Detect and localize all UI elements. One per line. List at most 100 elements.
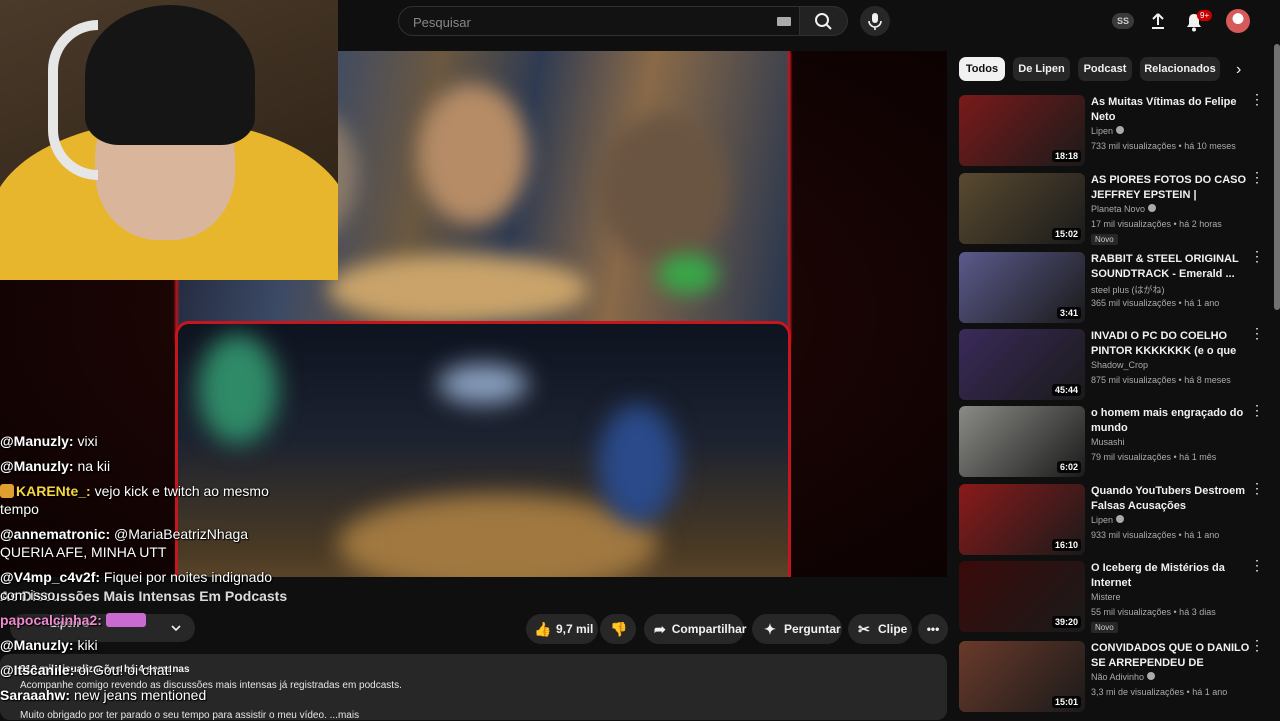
search-icon	[815, 13, 832, 30]
chat-message: KARENte_: vejo kick e twitch ao mesmo te…	[0, 482, 290, 518]
channel-name[interactable]: Planeta Novo	[1091, 204, 1157, 214]
chat-text: na kii	[77, 458, 111, 474]
share-label: Compartilhar	[671, 622, 747, 636]
chat-username: papocalcinha2:	[0, 612, 102, 628]
video-thumbnail[interactable]: 15:02	[959, 173, 1085, 244]
ask-button[interactable]: ✦ Perguntar	[752, 614, 842, 644]
verified-icon	[1116, 126, 1125, 134]
recommended-video[interactable]: 45:44 INVADI O PC DO COELHO PINTOR KKKKKK…	[959, 326, 1274, 401]
more-vertical-icon[interactable]: ⋮	[1250, 558, 1264, 572]
chat-message: Saraaahw: new jeans mentioned	[0, 686, 290, 704]
dislike-button[interactable]: 👎	[600, 614, 636, 644]
video-thumbnail[interactable]: 15:01	[959, 641, 1085, 712]
channel-name[interactable]: Musashi	[1091, 437, 1125, 447]
video-duration: 6:02	[1056, 461, 1081, 473]
channel-name-text: steel plus (はがね)	[1091, 285, 1165, 295]
clip-label: Clipe	[878, 622, 908, 636]
recommended-video[interactable]: 3:41 RABBIT & STEEL ORIGINAL SOUNDTRACK -…	[959, 249, 1274, 324]
channel-name-text: Lipen	[1091, 126, 1114, 136]
video-title[interactable]: RABBIT & STEEL ORIGINAL SOUNDTRACK - Eme…	[1091, 252, 1251, 282]
video-thumbnail[interactable]: 6:02	[959, 406, 1085, 477]
streamer-webcam	[0, 0, 338, 280]
video-thumbnail[interactable]: 45:44	[959, 329, 1085, 400]
search-box[interactable]	[398, 6, 800, 36]
headphones	[48, 20, 98, 180]
keyboard-icon[interactable]	[777, 17, 791, 26]
chip-de-lipen[interactable]: De Lipen	[1013, 57, 1070, 81]
more-actions-button[interactable]: •••	[918, 614, 948, 644]
like-button[interactable]: 👍 9,7 mil	[526, 614, 598, 644]
video-meta: 933 mil visualizações • há 1 ano	[1091, 530, 1220, 540]
recommended-video[interactable]: 39:20 O Iceberg de Mistérios da Internet M…	[959, 558, 1274, 633]
chat-username: Saraaahw:	[0, 687, 71, 703]
upload-icon[interactable]	[1148, 11, 1168, 31]
verified-icon	[1147, 672, 1156, 680]
more-vertical-icon[interactable]: ⋮	[1250, 638, 1264, 652]
clip-button[interactable]: ✂ Clipe	[848, 614, 912, 644]
more-vertical-icon[interactable]: ⋮	[1250, 249, 1264, 263]
video-duration: 45:44	[1051, 384, 1081, 396]
recommended-video[interactable]: 15:02 AS PIORES FOTOS DO CASO JEFFREY EPS…	[959, 170, 1274, 245]
recommended-video[interactable]: 15:01 CONVIDADOS QUE O DANILO SE ARREPEND…	[959, 638, 1274, 713]
scissors-icon: ✂	[858, 620, 870, 637]
video-thumbnail[interactable]: 18:18	[959, 95, 1085, 166]
more-vertical-icon[interactable]: ⋮	[1250, 481, 1264, 495]
channel-name-text: Planeta Novo	[1091, 204, 1146, 214]
sparkle-icon: ✦	[764, 620, 776, 637]
chat-text: kiki	[77, 637, 98, 653]
chat-message: @Manuzly: na kii	[0, 457, 290, 475]
chat-username: KARENte_:	[16, 483, 91, 499]
share-icon: ➦	[654, 620, 666, 637]
video-title[interactable]: As Muitas Vítimas do Felipe Neto	[1091, 95, 1251, 125]
video-duration: 16:10	[1051, 539, 1081, 551]
ss-badge[interactable]: SS	[1112, 13, 1134, 29]
description-text-more[interactable]: Muito obrigado por ter parado o seu temp…	[20, 710, 359, 721]
video-title[interactable]: CONVIDADOS QUE O DANILO SE ARREPENDEU DE…	[1091, 641, 1251, 671]
chat-message: @V4mp_c4v2f: Fiquei por noites indignado…	[0, 568, 290, 604]
verified-icon	[1148, 204, 1157, 212]
channel-name-text: Shadow_Crop	[1091, 360, 1149, 370]
video-thumbnail[interactable]: 39:20	[959, 561, 1085, 632]
recommended-video[interactable]: 16:10 Quando YouTubers Destroem Falsas Ac…	[959, 481, 1274, 556]
video-meta: 17 mil visualizações • há 2 horas	[1091, 219, 1222, 229]
channel-name[interactable]: Não Adivinho	[1091, 672, 1156, 682]
notification-count-badge: 9+	[1197, 10, 1213, 21]
video-meta: 365 mil visualizações • há 1 ano	[1091, 298, 1220, 308]
more-vertical-icon[interactable]: ⋮	[1250, 326, 1264, 340]
chip-podcast[interactable]: Podcast	[1078, 57, 1132, 81]
more-vertical-icon[interactable]: ⋮	[1250, 403, 1264, 417]
video-thumbnail[interactable]: 16:10	[959, 484, 1085, 555]
voice-search-button[interactable]	[860, 6, 890, 36]
channel-name[interactable]: steel plus (はがね)	[1091, 283, 1165, 296]
share-button[interactable]: ➦ Compartilhar	[644, 614, 747, 644]
more-vertical-icon[interactable]: ⋮	[1250, 170, 1264, 184]
ask-label: Perguntar	[784, 622, 841, 636]
microphone-icon	[868, 13, 882, 30]
search-input[interactable]	[411, 14, 751, 31]
like-count: 9,7 mil	[556, 622, 594, 636]
video-title[interactable]: Quando YouTubers Destroem Falsas Acusaçõ…	[1091, 484, 1251, 514]
search-button[interactable]	[800, 6, 848, 36]
chevron-right-icon[interactable]: ›	[1236, 61, 1241, 79]
video-title[interactable]: INVADI O PC DO COELHO PINTOR KKKKKKK (e …	[1091, 329, 1251, 359]
video-title[interactable]: o homem mais engraçado do mundo	[1091, 406, 1251, 436]
chat-username: @Itscanile:	[0, 662, 75, 678]
channel-name[interactable]: Lipen	[1091, 515, 1125, 525]
channel-name[interactable]: Shadow_Crop	[1091, 360, 1148, 370]
recommended-video[interactable]: 18:18 As Muitas Vítimas do Felipe Neto Lip…	[959, 92, 1274, 167]
chip-relacionados[interactable]: Relacionados	[1140, 57, 1220, 81]
video-title[interactable]: AS PIORES FOTOS DO CASO JEFFREY EPSTEIN …	[1091, 173, 1251, 203]
recommended-video[interactable]: 6:02 o homem mais engraçado do mundo Musas…	[959, 403, 1274, 478]
more-vertical-icon[interactable]: ⋮	[1250, 92, 1264, 106]
channel-name-text: Mistere	[1091, 592, 1121, 602]
scrollbar[interactable]	[1274, 44, 1280, 310]
video-title[interactable]: O Iceberg de Mistérios da Internet	[1091, 561, 1251, 591]
chat-username: @V4mp_c4v2f:	[0, 569, 101, 585]
chat-username: @Manuzly:	[0, 433, 74, 449]
video-meta: 875 mil visualizações • há 8 meses	[1091, 375, 1231, 385]
account-avatar[interactable]	[1226, 9, 1250, 33]
chip-todos[interactable]: Todos	[959, 57, 1005, 81]
video-thumbnail[interactable]: 3:41	[959, 252, 1085, 323]
channel-name[interactable]: Lipen	[1091, 126, 1125, 136]
channel-name[interactable]: Mistere	[1091, 592, 1121, 602]
